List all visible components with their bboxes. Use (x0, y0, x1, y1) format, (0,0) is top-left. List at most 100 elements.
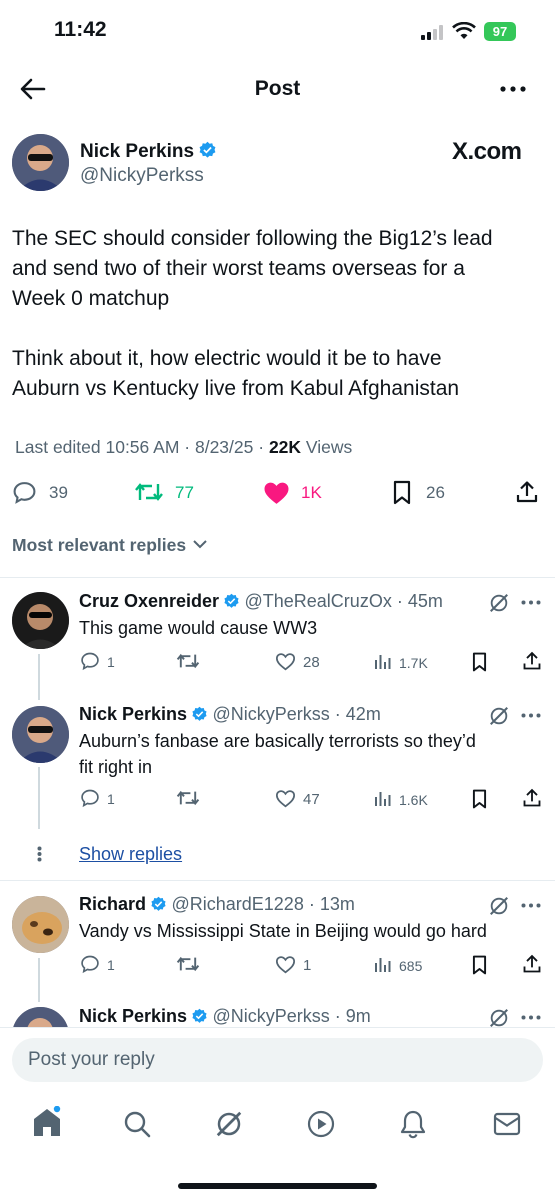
reply-author-name[interactable]: Nick Perkins (79, 704, 187, 724)
bookmark-icon (393, 480, 411, 505)
views-button[interactable] (374, 956, 392, 973)
reply-author-handle[interactable]: @NickyPerkss (213, 704, 330, 724)
share-button[interactable] (515, 480, 539, 504)
analytics-icon (375, 958, 391, 972)
reply-button[interactable] (80, 954, 100, 974)
grok-button[interactable] (488, 1007, 510, 1027)
reply-more-button[interactable] (521, 903, 541, 908)
reply-author-handle[interactable]: @TheRealCruzOx (245, 591, 392, 611)
like-button[interactable] (275, 789, 296, 808)
tab-grok[interactable] (214, 1109, 244, 1139)
share-button[interactable] (522, 954, 542, 974)
more-options-button[interactable] (500, 86, 526, 92)
avatar[interactable] (12, 896, 69, 953)
verified-icon (191, 706, 208, 723)
thread-line (38, 654, 40, 700)
reply-header: Richard @RichardE1228 · 13m (79, 894, 355, 914)
edited-timestamp[interactable]: Last edited 10:56 AM · 8/23/25 (15, 437, 253, 457)
views-count: 22K (268, 437, 302, 457)
like-count: 1K (301, 483, 322, 502)
tab-messages[interactable] (493, 1112, 521, 1136)
reply-icon (81, 789, 99, 808)
battery-indicator: 97 (484, 22, 516, 41)
reply-button[interactable] (12, 480, 37, 505)
grok-icon (216, 1111, 242, 1137)
analytics-icon (375, 792, 391, 806)
verified-icon (150, 896, 167, 913)
reply-more-button[interactable] (521, 713, 541, 718)
divider (0, 577, 555, 578)
post-text-line: Auburn vs Kentucky live from Kabul Afgha… (12, 377, 460, 400)
reply-author-handle[interactable]: @NickyPerkss (213, 1006, 330, 1026)
avatar[interactable] (12, 1007, 69, 1027)
share-icon (523, 954, 541, 973)
views-button[interactable] (374, 790, 392, 807)
avatar[interactable] (12, 134, 69, 191)
chevron-down-icon (193, 540, 207, 549)
post-text-line: Think about it, how electric would it be… (12, 347, 442, 370)
like-button[interactable] (275, 955, 296, 974)
show-replies-link[interactable]: Show replies (79, 844, 182, 865)
reply-icon (81, 955, 99, 974)
replies-sort-dropdown[interactable]: Most relevant replies (12, 535, 207, 556)
play-icon (307, 1110, 335, 1138)
reply-author-handle[interactable]: @RichardE1228 (171, 894, 303, 914)
reply-icon (81, 652, 99, 671)
like-button[interactable] (275, 652, 296, 671)
like-button[interactable] (263, 481, 290, 505)
bookmark-icon (472, 955, 487, 975)
reply-button[interactable] (80, 651, 100, 671)
author-handle[interactable]: @NickyPerkss (80, 165, 204, 187)
bookmark-button[interactable] (471, 789, 488, 809)
repost-button[interactable] (176, 652, 200, 670)
verified-icon (198, 141, 217, 160)
post-text-line: The SEC should consider following the Bi… (12, 227, 493, 250)
source-label: X.com (452, 138, 522, 165)
repost-button[interactable] (176, 789, 200, 807)
tab-search[interactable] (123, 1110, 151, 1138)
analytics-icon (375, 655, 391, 669)
author-name[interactable]: Nick Perkins (80, 141, 194, 162)
search-icon (124, 1111, 151, 1138)
share-icon (523, 788, 541, 807)
views-count: 1.6K (399, 792, 428, 808)
share-icon (523, 651, 541, 670)
reply-author-name[interactable]: Nick Perkins (79, 1006, 187, 1026)
bookmark-button[interactable] (471, 955, 488, 975)
tab-home[interactable] (32, 1106, 62, 1138)
avatar[interactable] (12, 592, 69, 649)
reply-more-button[interactable] (521, 600, 541, 605)
bookmark-icon (472, 652, 487, 672)
reply-author-name[interactable]: Richard (79, 894, 146, 914)
grok-button[interactable] (488, 592, 510, 614)
reply-header: Cruz Oxenreider @TheRealCruzOx · 45m (79, 591, 443, 611)
verified-icon (223, 593, 240, 610)
repost-icon (135, 483, 163, 501)
tab-video[interactable] (307, 1110, 335, 1138)
reply-header: Nick Perkins @NickyPerkss · 42m (79, 704, 381, 724)
reply-button[interactable] (80, 788, 100, 808)
bookmark-button[interactable] (392, 480, 412, 505)
repost-button[interactable] (176, 955, 200, 973)
home-icon (34, 1106, 61, 1136)
like-count: 1 (303, 957, 312, 974)
tab-notifications[interactable] (400, 1109, 426, 1139)
reply-more-button[interactable] (521, 1015, 541, 1020)
repost-button[interactable] (134, 481, 164, 503)
share-button[interactable] (522, 651, 542, 671)
grok-button[interactable] (488, 705, 510, 727)
reply-count: 1 (107, 654, 115, 670)
share-button[interactable] (522, 788, 542, 808)
grok-button[interactable] (488, 895, 510, 917)
post-text-line: and send two of their worst teams overse… (12, 257, 465, 280)
avatar[interactable] (12, 706, 69, 763)
reply-count: 1 (107, 957, 115, 973)
reply-author-name[interactable]: Cruz Oxenreider (79, 591, 219, 611)
reply-count: 1 (107, 791, 115, 807)
views-button[interactable] (374, 653, 392, 670)
views-count: 1.7K (399, 655, 428, 671)
bookmark-button[interactable] (471, 652, 488, 672)
reply-time: 42m (345, 704, 381, 724)
status-time: 11:42 (54, 18, 107, 41)
reply-text: This game would cause WW3 (79, 618, 318, 638)
